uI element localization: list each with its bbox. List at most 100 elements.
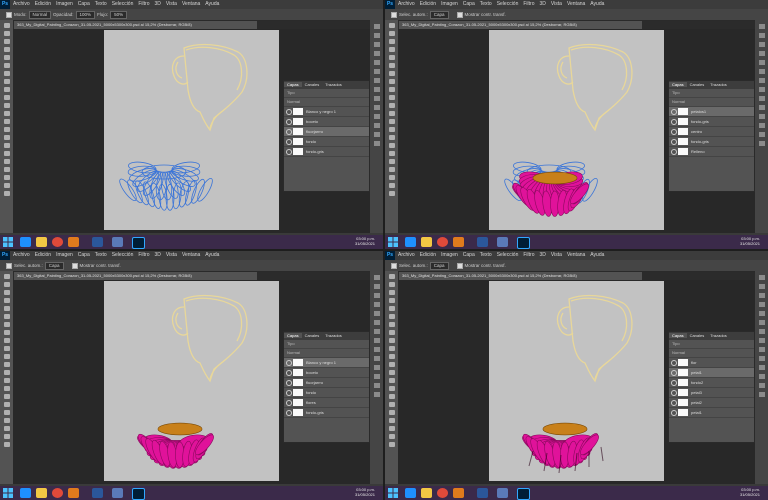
tool-icon[interactable] [3,175,10,180]
dock-icon[interactable] [373,69,380,74]
layer-filter[interactable]: Tipo [284,89,369,98]
menu-item[interactable]: Archivo [398,252,415,258]
tool-icon[interactable] [388,378,395,383]
blend-mode[interactable]: Normal [669,349,754,358]
tab-1[interactable]: Canales [302,82,323,87]
app-icon[interactable] [497,488,508,498]
tool-icon[interactable] [3,386,10,391]
tool-icon[interactable] [3,143,10,148]
tool-icon[interactable] [3,394,10,399]
tab-0[interactable]: Capas [669,333,687,338]
layer-row[interactable]: Relleno [669,147,754,157]
tab-2[interactable]: Trazados [707,333,730,338]
tool-icon[interactable] [388,111,395,116]
layer-row[interactable]: petal3 [669,388,754,398]
folder-icon[interactable] [421,488,432,498]
app-icon[interactable] [68,237,79,247]
tool-icon[interactable] [388,31,395,36]
layer-row[interactable]: fondo [284,388,369,398]
menu-item[interactable]: Imagen [441,1,458,7]
blend-mode[interactable]: Normal [284,98,369,107]
eye-icon[interactable] [286,109,292,115]
tool-icon[interactable] [388,167,395,172]
blend-mode[interactable]: Normal [284,349,369,358]
dock-icon[interactable] [373,338,380,343]
menu-item[interactable]: Capa [463,252,475,258]
dock-icon[interactable] [373,374,380,379]
menu-item[interactable]: 3D [540,1,546,7]
word-icon[interactable] [477,488,488,498]
menu-item[interactable]: Edición [420,1,436,7]
tool-icon[interactable] [3,370,10,375]
ie-icon[interactable] [405,237,416,247]
tool-icon[interactable] [388,23,395,28]
menu-item[interactable]: Ventana [182,1,200,7]
document-tab[interactable]: 363_My_Digital_Painting_Corazon_31-05-20… [14,272,257,280]
ie-icon[interactable] [405,488,416,498]
dock-icon[interactable] [373,105,380,110]
flow-input[interactable]: 50% [110,11,128,19]
menu-item[interactable]: Imagen [441,252,458,258]
folder-icon[interactable] [421,237,432,247]
eye-icon[interactable] [286,400,292,406]
folder-icon[interactable] [36,488,47,498]
tool-icon[interactable] [388,95,395,100]
dock-icon[interactable] [758,374,765,379]
tool-icon[interactable] [388,119,395,124]
dock-icon[interactable] [373,275,380,280]
dock-icon[interactable] [373,141,380,146]
tool-icon[interactable] [3,410,10,415]
dock-icon[interactable] [758,24,765,29]
dock-icon[interactable] [373,356,380,361]
dock-icon[interactable] [373,123,380,128]
auto-select-target[interactable]: Capa [44,262,64,270]
tool-icon[interactable] [3,183,10,188]
eye-icon[interactable] [671,360,677,366]
eye-icon[interactable] [671,390,677,396]
menu-item[interactable]: Vista [166,252,177,258]
tool-icon[interactable] [388,103,395,108]
tool-icon[interactable] [388,418,395,423]
menu-item[interactable]: Archivo [398,1,415,7]
eye-icon[interactable] [286,380,292,386]
menu-item[interactable]: Texto [480,1,492,7]
eye-icon[interactable] [286,119,292,125]
tool-icon[interactable] [3,111,10,116]
menu-item[interactable]: Imagen [56,1,73,7]
tool-icon[interactable] [388,39,395,44]
tool-icon[interactable] [3,274,10,279]
dock-icon[interactable] [758,320,765,325]
tool-icon[interactable] [388,151,395,156]
menu-item[interactable]: Vista [551,252,562,258]
tool-icon[interactable] [3,346,10,351]
dock-icon[interactable] [758,356,765,361]
dock-icon[interactable] [758,78,765,83]
tool-icon[interactable] [3,362,10,367]
ie-icon[interactable] [20,488,31,498]
dock-icon[interactable] [758,33,765,38]
eye-icon[interactable] [671,380,677,386]
dock-icon[interactable] [373,365,380,370]
eye-icon[interactable] [286,129,292,135]
eye-icon[interactable] [286,139,292,145]
tool-icon[interactable] [388,274,395,279]
photoshop-taskbar-icon[interactable] [517,237,530,249]
move-tool-icon[interactable] [6,262,12,269]
layer-row[interactable]: Blanco y negro 1 [284,107,369,117]
tool-icon[interactable] [3,434,10,439]
dock-icon[interactable] [373,329,380,334]
layer-row[interactable]: petalos1 [669,107,754,117]
tab-0[interactable]: Capas [669,82,687,87]
tool-icon[interactable] [3,23,10,28]
menu-item[interactable]: Filtro [138,1,149,7]
dock-icon[interactable] [373,33,380,38]
brush-tool-icon[interactable] [6,11,12,18]
tab-1[interactable]: Canales [302,333,323,338]
move-tool-icon[interactable] [391,11,397,18]
tool-icon[interactable] [388,47,395,52]
chrome-icon[interactable] [437,237,448,247]
tool-icon[interactable] [3,314,10,319]
layer-filter[interactable]: Tipo [669,340,754,349]
menu-item[interactable]: Capa [78,252,90,258]
tool-icon[interactable] [388,338,395,343]
